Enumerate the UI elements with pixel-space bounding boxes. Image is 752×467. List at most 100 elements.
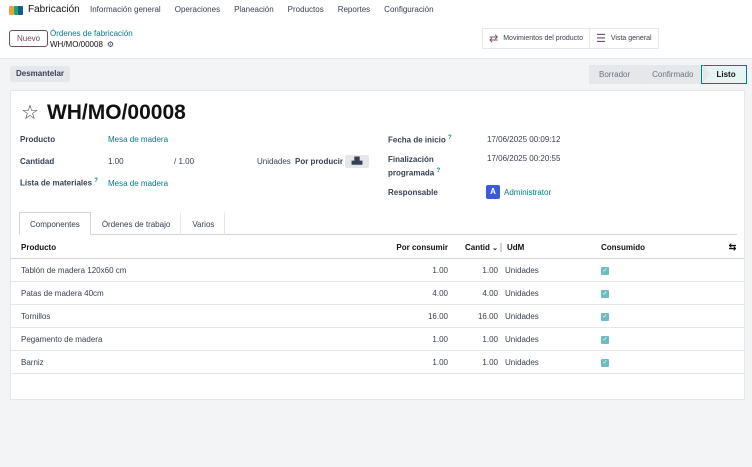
gear-icon[interactable]: ⚙ (107, 40, 114, 49)
row-product[interactable]: Patas de madera 40cm (11, 289, 381, 298)
consumed-checkbox[interactable]: ✓ (601, 290, 609, 298)
row-product[interactable]: Tablón de madera 120x60 cm (11, 266, 381, 275)
bom-label: Lista de materiales ? (20, 178, 98, 188)
quantity-unit: Unidades (257, 157, 291, 166)
product-field[interactable]: Mesa de madera (108, 135, 168, 144)
tab-work-orders[interactable]: Órdenes de trabajo (91, 212, 182, 235)
end-date-label-line2: programada (388, 168, 435, 178)
overview-button[interactable]: ☰ Vista general (590, 29, 658, 48)
product-moves-button[interactable]: ⇄ Movimientos del producto (483, 29, 590, 48)
form-sheet: ☆ WH/MO/00008 Producto Mesa de madera Ca… (10, 90, 745, 400)
row-to-consume: 1.00 (432, 265, 448, 275)
row-quantity[interactable]: 1.00 (448, 358, 500, 367)
row-to-consume: 4.00 (432, 288, 448, 298)
start-date-label: Fecha de inicio ? (388, 135, 452, 145)
row-product[interactable]: Barniz (11, 358, 381, 367)
manufacturing-app-icon[interactable] (9, 6, 23, 15)
consumed-checkbox[interactable]: ✓ (601, 267, 609, 275)
menu-item-planning[interactable]: Planeación (234, 5, 274, 14)
row-consumed: ✓ (601, 334, 721, 344)
notebook-tabs: Componentes Órdenes de trabajo Varios (19, 212, 737, 235)
col-quantity-label: Cantid (465, 242, 490, 252)
row-quantity[interactable]: 16.00 (448, 312, 500, 321)
end-date-field[interactable]: 17/06/2025 00:20:55 (487, 154, 560, 163)
row-uom: Unidades (505, 288, 539, 298)
table-row[interactable]: Tablón de madera 120x60 cm 1.00 1.00 Unidad… (11, 259, 744, 282)
responsible-label: Responsable (388, 188, 438, 197)
menu-item-operations[interactable]: Operaciones (175, 5, 220, 14)
column-settings-icon[interactable]: ⇆ (721, 242, 744, 253)
row-uom: Unidades (505, 357, 539, 367)
status-row: Desmantelar Borrador Confirmado Listo (0, 60, 752, 90)
quantity-field[interactable]: 1.00 (108, 157, 124, 166)
consumed-checkbox[interactable]: ✓ (601, 359, 609, 367)
col-quantity[interactable]: Cantid ⌄ (448, 243, 500, 252)
dismantle-button[interactable]: Desmantelar (10, 66, 71, 82)
help-icon[interactable]: ? (436, 168, 440, 174)
row-product[interactable]: Tornillos (11, 312, 381, 321)
row-uom: Unidades (505, 334, 539, 344)
table-row[interactable]: Barniz 1.00 1.00 Unidades ✓ (11, 351, 744, 374)
quantity-label: Cantidad (20, 157, 55, 166)
title-row: ☆ WH/MO/00008 (21, 101, 186, 125)
to-produce-label: Por producir (295, 157, 344, 166)
stage-confirmed[interactable]: Confirmado (638, 65, 711, 84)
table-row[interactable]: Pegamento de madera 1.00 1.00 Unidades ✓ (11, 328, 744, 351)
bom-label-text: Lista de materiales (20, 178, 93, 188)
product-label: Producto (20, 135, 56, 144)
table-header: Producto Por consumir Cantid ⌄ UdM Consu… (11, 236, 744, 259)
avatar: A (486, 185, 500, 199)
breadcrumb-current: WH/MO/00008 ⚙ (50, 40, 114, 49)
col-product[interactable]: Producto (11, 243, 381, 252)
overview-label: Vista general (610, 35, 652, 42)
help-icon[interactable]: ? (448, 135, 452, 141)
table-row[interactable]: Patas de madera 40cm 4.00 4.00 Unidades ✓ (11, 282, 744, 305)
menu-item-products[interactable]: Productos (288, 5, 324, 14)
row-consumed: ✓ (601, 357, 721, 367)
consumed-checkbox[interactable]: ✓ (601, 313, 609, 321)
menu-item-reports[interactable]: Reportes (338, 5, 370, 14)
breadcrumb-parent-link[interactable]: Órdenes de fabricación (50, 29, 133, 38)
end-date-label-2: programada ? (388, 168, 440, 178)
components-table: Producto Por consumir Cantid ⌄ UdM Consu… (11, 236, 744, 374)
col-to-consume[interactable]: Por consumir (381, 243, 448, 252)
menu-item-overview[interactable]: Información general (90, 5, 161, 14)
table-row[interactable]: Tornillos 16.00 16.00 Unidades ✓ (11, 305, 744, 328)
stage-draft[interactable]: Borrador (589, 65, 648, 84)
transfer-arrows-icon: ⇄ (489, 33, 499, 45)
row-to-consume: 1.00 (432, 357, 448, 367)
responsible-field[interactable]: Administrator (504, 188, 551, 197)
tab-misc[interactable]: Varios (181, 212, 226, 235)
forecast-chart-icon[interactable]: ▟▙ (345, 155, 369, 168)
main-menu: Información general Operaciones Planeaci… (90, 5, 434, 14)
product-moves-label: Movimientos del producto (503, 35, 583, 42)
bom-field[interactable]: Mesa de madera (108, 179, 168, 188)
app-name[interactable]: Fabricación (28, 4, 80, 15)
row-consumed: ✓ (601, 288, 721, 298)
tab-components[interactable]: Componentes (19, 212, 91, 235)
status-stages: Borrador Confirmado Listo (589, 65, 747, 84)
end-date-label-line1: Finalización (388, 155, 434, 164)
start-date-field[interactable]: 17/06/2025 00:09:12 (487, 135, 560, 144)
row-quantity[interactable]: 4.00 (448, 289, 500, 298)
col-consumed[interactable]: Consumido (601, 243, 721, 252)
row-quantity[interactable]: 1.00 (448, 335, 500, 344)
table-body: Tablón de madera 120x60 cm 1.00 1.00 Unidad… (11, 259, 744, 374)
control-panel: Nuevo Órdenes de fabricación WH/MO/00008… (0, 17, 752, 59)
star-icon[interactable]: ☆ (21, 103, 39, 123)
row-consumed: ✓ (601, 311, 721, 321)
breadcrumb-current-label: WH/MO/00008 (50, 40, 103, 49)
col-uom[interactable]: UdM (500, 242, 601, 252)
list-bars-icon: ☰ (595, 33, 606, 45)
row-to-consume: 1.00 (432, 334, 448, 344)
row-product[interactable]: Pegamento de madera (11, 335, 381, 344)
smart-buttons: ⇄ Movimientos del producto ☰ Vista gener… (482, 28, 659, 49)
end-date-label: Finalización (388, 155, 434, 164)
help-icon[interactable]: ? (94, 178, 98, 184)
menu-item-configuration[interactable]: Configuración (384, 5, 433, 14)
row-quantity[interactable]: 1.00 (448, 266, 500, 275)
row-uom: Unidades (505, 311, 539, 321)
row-to-consume: 16.00 (427, 311, 448, 321)
new-button[interactable]: Nuevo (9, 30, 49, 47)
consumed-checkbox[interactable]: ✓ (601, 336, 609, 344)
